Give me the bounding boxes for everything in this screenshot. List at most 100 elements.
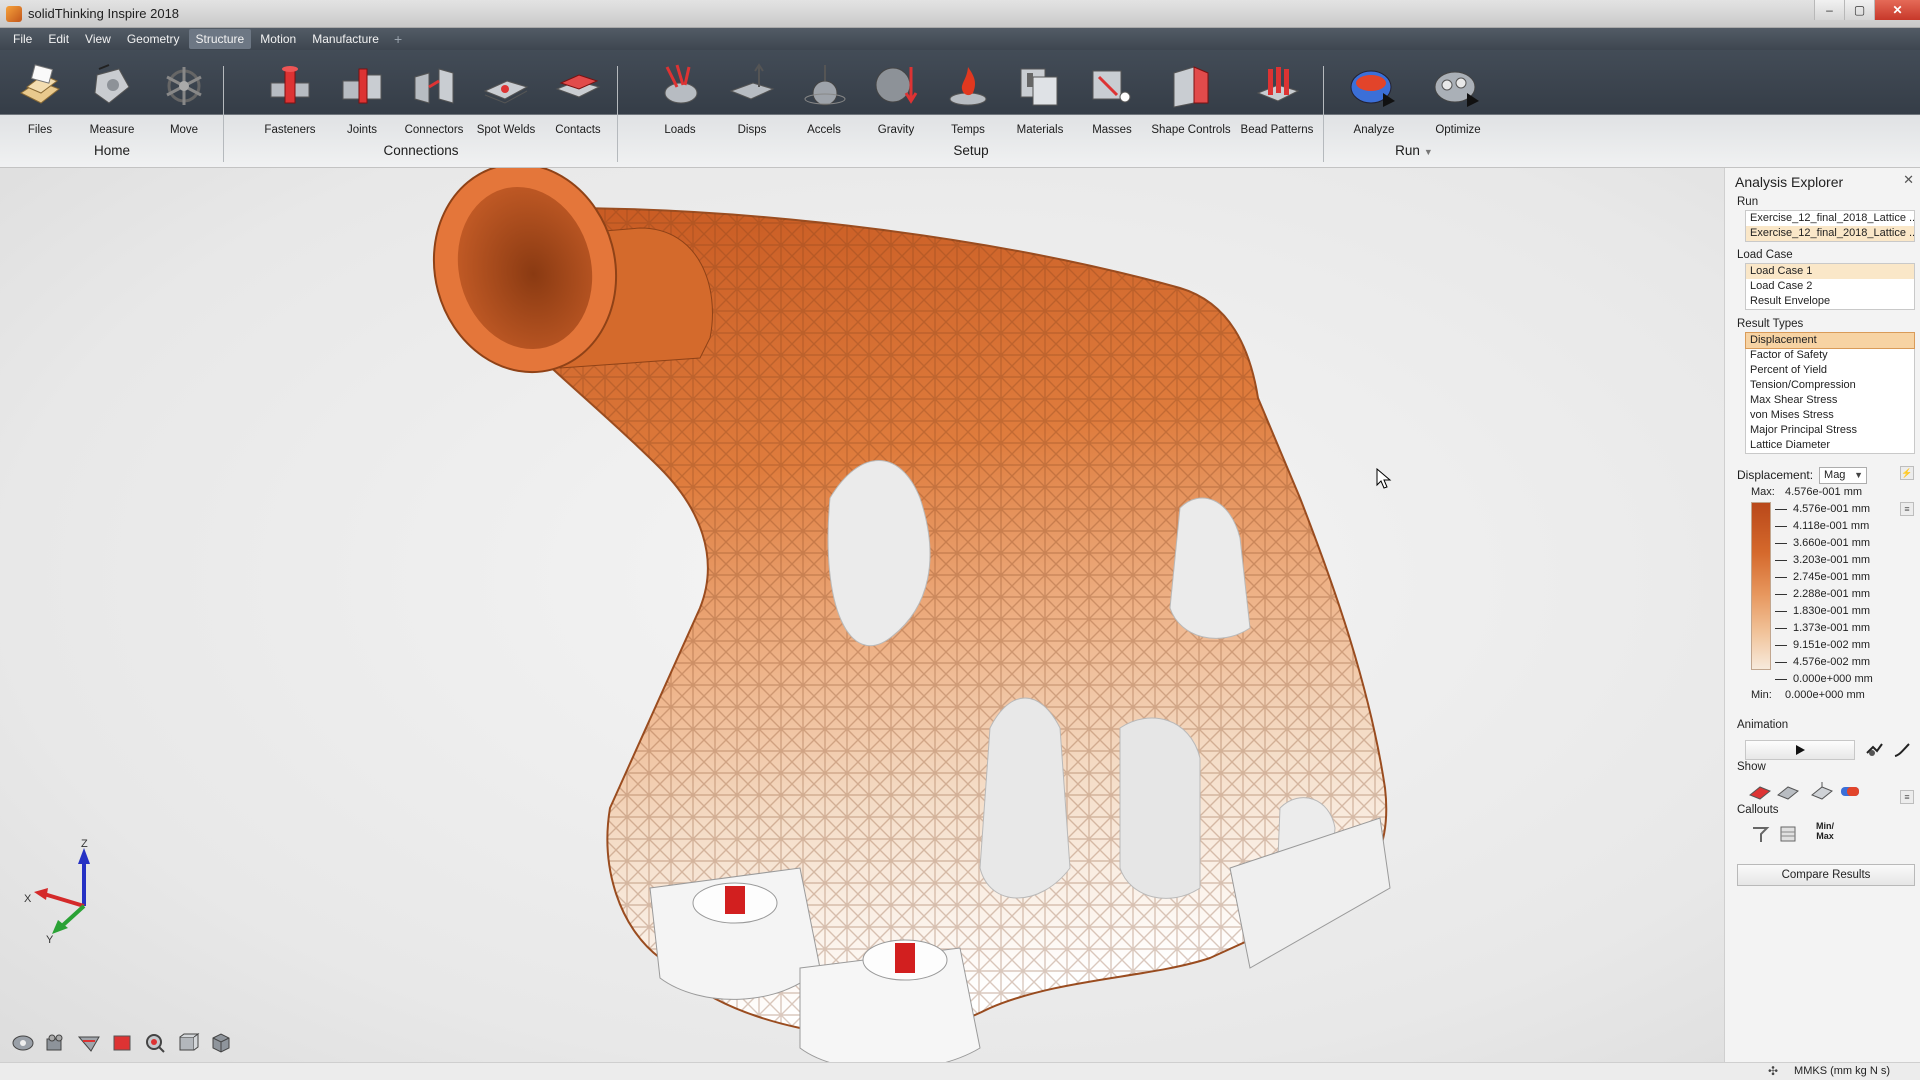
view-camera-icon[interactable]: [41, 1030, 71, 1056]
minimize-button[interactable]: –: [1814, 0, 1844, 20]
min-max-callout-button[interactable]: Min/ Max: [1807, 820, 1843, 842]
menu-geometry[interactable]: Geometry: [120, 29, 187, 49]
legend-min-value: 0.000e+000 mm: [1785, 689, 1865, 701]
view-3d-icon[interactable]: [173, 1030, 203, 1056]
axis-y-label: Y: [46, 934, 54, 946]
menu-bar: File Edit View Geometry Structure Motion…: [0, 28, 1920, 50]
app-logo-icon: [6, 5, 22, 22]
legend-value: 0.000e+000 mm: [1775, 672, 1873, 686]
menu-structure[interactable]: Structure: [188, 29, 252, 49]
show-undeformed-icon[interactable]: [1775, 780, 1801, 802]
temps-label: Temps: [951, 124, 985, 136]
result-type-item[interactable]: Max Shear Stress: [1746, 393, 1914, 408]
run-dropdown-icon[interactable]: ▼: [1424, 147, 1433, 157]
loads-label: Loads: [664, 124, 696, 136]
optimize-label: Optimize: [1435, 124, 1481, 136]
callout-probe-icon[interactable]: [1747, 823, 1773, 845]
result-types-list: Displacement Factor of Safety Percent of…: [1745, 332, 1915, 454]
panel-close-icon[interactable]: ✕: [1903, 172, 1914, 188]
title-bar: solidThinking Inspire 2018 – ▢ ✕: [0, 0, 1920, 28]
result-type-item[interactable]: Tension/Compression: [1746, 378, 1914, 393]
joints-label: Joints: [346, 124, 378, 136]
displacement-row: Displacement: Mag ▼: [1737, 466, 1917, 484]
measure-label: Measure: [89, 124, 135, 136]
compare-results-button[interactable]: Compare Results: [1737, 864, 1915, 886]
legend-options-icon[interactable]: ≡: [1900, 502, 1914, 516]
show-initial-icon[interactable]: [1809, 780, 1835, 802]
show-section-label: Show: [1737, 761, 1766, 773]
result-type-item[interactable]: Percent of Yield: [1746, 363, 1914, 378]
group-title-home: Home: [93, 143, 130, 158]
result-types-section-label: Result Types: [1737, 318, 1804, 330]
gravity-label: Gravity: [877, 124, 915, 136]
legend-min: Min: 0.000e+000 mm: [1751, 689, 1865, 701]
menu-view[interactable]: View: [78, 29, 118, 49]
legend-value: 4.118e-001 mm: [1775, 519, 1869, 533]
analysis-explorer-panel: Analysis Explorer ✕ Run Exercise_12_fina…: [1724, 168, 1920, 1062]
group-title-run[interactable]: Run ▼: [1324, 143, 1504, 158]
files-label: Files: [27, 124, 53, 136]
loads-icon: [654, 60, 706, 112]
animation-settings-icon[interactable]: [1861, 739, 1887, 761]
legend-value: 2.745e-001 mm: [1775, 570, 1870, 584]
gravity-icon: [870, 60, 922, 112]
group-title-run-text: Run: [1395, 143, 1420, 158]
units-selector[interactable]: MMKS (mm kg N s): [1794, 1065, 1890, 1077]
run-item[interactable]: Exercise_12_final_2018_Lattice ...: [1746, 211, 1914, 226]
legend-max-label: Max:: [1751, 486, 1775, 498]
fasteners-icon: [264, 60, 316, 112]
units-gear-icon[interactable]: ✣: [1768, 1064, 1778, 1078]
callout-table-icon[interactable]: [1775, 823, 1801, 845]
load-case-item[interactable]: Load Case 2: [1746, 279, 1914, 294]
group-title-setup: Setup: [953, 143, 989, 158]
legend-value: 4.576e-001 mm: [1775, 502, 1870, 516]
result-type-item[interactable]: Factor of Safety: [1746, 348, 1914, 363]
animation-scale-icon[interactable]: [1889, 739, 1915, 761]
play-animation-button[interactable]: [1745, 740, 1855, 760]
view-orbit-icon[interactable]: [8, 1030, 38, 1056]
view-shaded-icon[interactable]: [107, 1030, 137, 1056]
ribbon-group-connections: Fasteners Joints Connectors Spot Welds C…: [224, 50, 618, 168]
view-zoom-icon[interactable]: [140, 1030, 170, 1056]
contacts-label: Contacts: [555, 124, 601, 136]
masses-label: Masses: [1092, 124, 1132, 136]
window-title: solidThinking Inspire 2018: [28, 6, 180, 21]
temps-icon: [942, 60, 994, 112]
result-type-item[interactable]: Major Principal Stress: [1746, 423, 1914, 438]
load-case-item[interactable]: Result Envelope: [1746, 294, 1914, 309]
ribbon-group-setup: Loads Disps Accels Gravity Temps Materia…: [618, 50, 1324, 168]
show-deformed-icon[interactable]: [1747, 780, 1773, 802]
move-icon: [158, 60, 210, 112]
lattice-bracket-model[interactable]: [0, 168, 1724, 1080]
optimize-icon: [1432, 60, 1484, 112]
close-button[interactable]: ✕: [1874, 0, 1920, 20]
status-bar: ✣ MMKS (mm kg N s): [0, 1062, 1920, 1080]
legend-value: 2.288e-001 mm: [1775, 587, 1870, 601]
menu-manufacture[interactable]: Manufacture: [305, 29, 386, 49]
axis-z-label: Z: [81, 838, 88, 850]
analyze-icon: [1348, 60, 1400, 112]
load-case-item-selected[interactable]: Load Case 1: [1746, 264, 1914, 279]
menu-file[interactable]: File: [6, 29, 39, 49]
legend-value: 3.660e-001 mm: [1775, 536, 1870, 550]
view-section-icon[interactable]: [74, 1030, 104, 1056]
show-contour-icon[interactable]: [1837, 780, 1863, 802]
maximize-button[interactable]: ▢: [1844, 0, 1874, 20]
accels-label: Accels: [807, 124, 841, 136]
run-item-selected[interactable]: Exercise_12_final_2018_Lattice ...: [1746, 226, 1914, 241]
model-viewport[interactable]: Z X Y: [0, 168, 1724, 1080]
legend-pin-icon[interactable]: ⚡: [1900, 466, 1914, 480]
view-cube-icon[interactable]: [206, 1030, 236, 1056]
result-type-item-selected[interactable]: Displacement: [1745, 332, 1915, 349]
axis-x-label: X: [24, 893, 32, 905]
menu-edit[interactable]: Edit: [41, 29, 76, 49]
legend-value: 1.373e-001 mm: [1775, 621, 1870, 635]
chevron-down-icon: ▼: [1854, 469, 1864, 480]
result-type-item[interactable]: Lattice Diameter: [1746, 438, 1914, 453]
ribbon: Files Measure Move Home Fasteners Joints…: [0, 50, 1920, 168]
show-options-icon[interactable]: ≡: [1900, 790, 1914, 804]
menu-motion[interactable]: Motion: [253, 29, 303, 49]
displacement-mode-select[interactable]: Mag ▼: [1819, 466, 1868, 484]
result-type-item[interactable]: von Mises Stress: [1746, 408, 1914, 423]
add-ribbon-tab-button[interactable]: +: [388, 31, 408, 47]
